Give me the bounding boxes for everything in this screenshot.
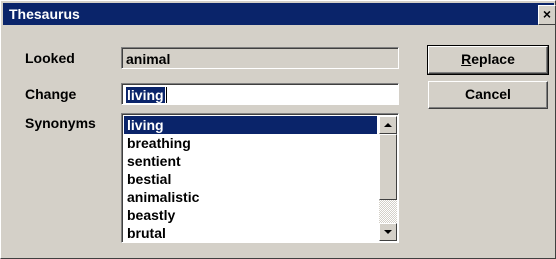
arrow-up-icon [384, 123, 392, 127]
replace-label: eplace [471, 51, 515, 67]
close-icon: × [542, 6, 552, 22]
arrow-down-icon [384, 230, 392, 234]
change-input[interactable]: living [121, 83, 399, 105]
list-item[interactable]: brutal [124, 224, 377, 242]
title-bar[interactable]: Thesaurus × [3, 3, 556, 25]
list-item[interactable]: animalistic [124, 188, 377, 206]
text-caret [165, 87, 167, 103]
synonyms-list: living breathing sentient bestial animal… [124, 116, 377, 242]
list-item[interactable]: beastly [124, 206, 377, 224]
thesaurus-dialog: Thesaurus × Looked animal Change living … [0, 0, 556, 259]
list-item[interactable]: sentient [124, 152, 377, 170]
window-title: Thesaurus [9, 6, 80, 22]
change-value: living [126, 87, 165, 103]
replace-mnemonic: R [461, 51, 472, 67]
looked-field: animal [121, 47, 399, 69]
close-button[interactable]: × [538, 5, 556, 25]
scroll-thumb[interactable] [379, 134, 397, 200]
synonyms-listbox[interactable]: living breathing sentient bestial animal… [121, 113, 399, 243]
looked-value: animal [126, 51, 171, 67]
looked-label: Looked [25, 50, 75, 66]
scroll-down-button[interactable] [379, 223, 397, 241]
vertical-scrollbar[interactable] [379, 116, 397, 241]
cancel-button[interactable]: Cancel [428, 81, 548, 109]
list-item[interactable]: bestial [124, 170, 377, 188]
scroll-up-button[interactable] [379, 116, 397, 134]
list-item[interactable]: living [124, 116, 377, 134]
change-label: Change [25, 86, 77, 102]
synonyms-label: Synonyms [25, 115, 96, 131]
cancel-label: Cancel [465, 86, 511, 102]
replace-button[interactable]: Replace [427, 45, 549, 75]
list-item[interactable]: breathing [124, 134, 377, 152]
